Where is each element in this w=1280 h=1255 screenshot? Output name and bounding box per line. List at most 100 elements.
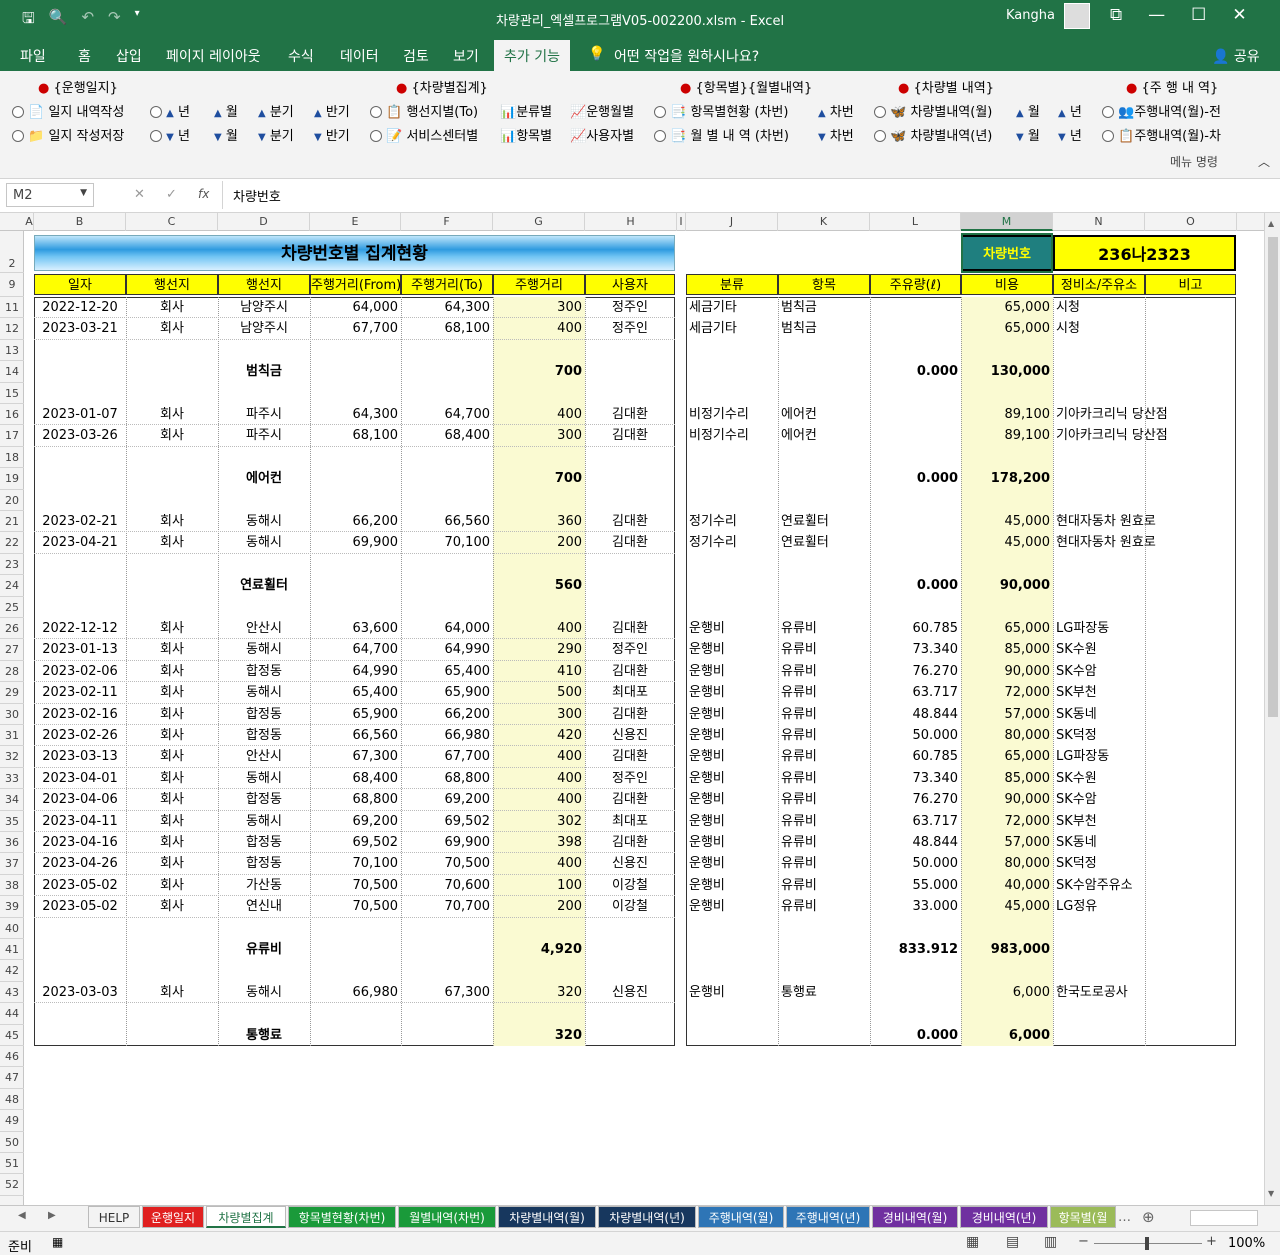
data-cell[interactable]: 300 <box>493 425 585 446</box>
car-month-down-button[interactable]: ▼ 월 <box>1016 125 1040 144</box>
data-cell[interactable]: 290 <box>493 639 585 660</box>
data-cell[interactable] <box>961 918 1053 939</box>
row-header[interactable]: 19 <box>0 468 24 490</box>
row-header[interactable]: 11 <box>0 297 24 319</box>
data-cell[interactable]: 유류비 <box>778 725 870 746</box>
total-cell[interactable]: 범칙금 <box>218 361 310 382</box>
data-cell[interactable] <box>493 383 585 404</box>
column-header[interactable]: I <box>677 213 686 231</box>
data-cell[interactable]: 유류비 <box>778 746 870 767</box>
data-cell[interactable]: 2023-01-07 <box>34 404 126 425</box>
zoom-in-icon[interactable]: + <box>1206 1234 1217 1249</box>
data-cell[interactable] <box>126 918 218 939</box>
data-cell[interactable] <box>686 597 778 618</box>
row-header[interactable]: 39 <box>0 896 24 918</box>
data-cell[interactable] <box>961 383 1053 404</box>
data-cell[interactable]: 동해시 <box>218 811 310 832</box>
data-cell[interactable]: 2023-03-26 <box>34 425 126 446</box>
data-cell[interactable]: 33.000 <box>870 896 961 917</box>
data-cell[interactable]: 파주시 <box>218 425 310 446</box>
total-cell[interactable]: 130,000 <box>961 361 1053 382</box>
data-cell[interactable]: 2023-03-21 <box>34 318 126 339</box>
data-cell[interactable]: 김대환 <box>585 425 675 446</box>
data-cell[interactable]: 김대환 <box>585 832 675 853</box>
row-header[interactable]: 13 <box>0 340 24 362</box>
total-cell[interactable]: 560 <box>493 575 585 596</box>
page-layout-view-icon[interactable]: ▤ <box>1006 1234 1019 1250</box>
year-up-button[interactable]: ▲ 년 <box>150 101 190 120</box>
car-month-up-button[interactable]: ▲ 월 <box>1016 101 1040 120</box>
data-cell[interactable]: 45,000 <box>961 896 1053 917</box>
ribbon-display-icon[interactable]: ⧉ <box>1110 5 1122 25</box>
data-cell[interactable]: 세금기타 <box>686 297 778 318</box>
sheet-tab[interactable]: 월별내역(차번) <box>398 1206 496 1228</box>
data-cell[interactable]: 동해시 <box>218 682 310 703</box>
data-cell[interactable] <box>126 447 218 468</box>
data-cell[interactable]: 2023-01-13 <box>34 639 126 660</box>
total-cell[interactable] <box>585 1025 675 1046</box>
data-cell[interactable]: SK수암주유소 <box>1053 875 1236 896</box>
row-header[interactable]: 15 <box>0 383 24 404</box>
total-cell[interactable] <box>585 468 675 489</box>
data-cell[interactable] <box>870 297 961 318</box>
data-cell[interactable] <box>493 554 585 575</box>
data-cell[interactable] <box>1053 340 1236 361</box>
data-cell[interactable]: 유류비 <box>778 661 870 682</box>
drive-monthly-car-button[interactable]: 📋주행내역(월)-차 <box>1102 125 1242 144</box>
data-cell[interactable]: 최대포 <box>585 811 675 832</box>
data-cell[interactable]: 73.340 <box>870 768 961 789</box>
total-cell[interactable]: 90,000 <box>961 575 1053 596</box>
data-cell[interactable]: LG정유 <box>1053 896 1236 917</box>
total-cell[interactable]: 유류비 <box>218 939 310 960</box>
data-cell[interactable] <box>310 1003 401 1024</box>
data-cell[interactable]: 63,600 <box>310 618 401 639</box>
sheet-tab[interactable]: 경비내역(월) <box>872 1206 958 1228</box>
data-cell[interactable]: 안산시 <box>218 746 310 767</box>
data-cell[interactable] <box>126 383 218 404</box>
data-cell[interactable]: SK수원 <box>1053 639 1236 660</box>
data-cell[interactable] <box>778 960 870 981</box>
data-cell[interactable] <box>126 960 218 981</box>
total-cell[interactable] <box>310 468 401 489</box>
data-cell[interactable]: 유류비 <box>778 789 870 810</box>
data-cell[interactable]: 400 <box>493 789 585 810</box>
data-cell[interactable] <box>218 1003 310 1024</box>
total-cell[interactable] <box>34 575 126 596</box>
data-cell[interactable]: 회사 <box>126 661 218 682</box>
data-cell[interactable]: SK부천 <box>1053 811 1236 832</box>
data-cell[interactable]: SK수원 <box>1053 768 1236 789</box>
data-cell[interactable]: 합정동 <box>218 832 310 853</box>
data-cell[interactable]: LG파장동 <box>1053 618 1236 639</box>
data-cell[interactable] <box>961 447 1053 468</box>
enter-icon[interactable]: ✓ <box>166 187 177 202</box>
maximize-icon[interactable]: ☐ <box>1191 5 1206 25</box>
data-cell[interactable]: 세금기타 <box>686 318 778 339</box>
half-up-button[interactable]: ▲ 반기 <box>314 101 350 120</box>
data-cell[interactable]: 회사 <box>126 982 218 1003</box>
column-header[interactable]: C <box>126 213 218 231</box>
data-cell[interactable]: 69,200 <box>401 789 493 810</box>
data-cell[interactable] <box>585 597 675 618</box>
row-header[interactable]: 26 <box>0 618 24 640</box>
row-header[interactable]: 45 <box>0 1025 24 1046</box>
data-cell[interactable]: 2023-04-16 <box>34 832 126 853</box>
data-cell[interactable]: 신용진 <box>585 853 675 874</box>
data-cell[interactable]: 신용진 <box>585 725 675 746</box>
data-cell[interactable]: 현대자동차 원효로 <box>1053 532 1236 553</box>
data-cell[interactable]: 김대환 <box>585 789 675 810</box>
data-cell[interactable]: 67,700 <box>310 318 401 339</box>
data-cell[interactable]: 회사 <box>126 811 218 832</box>
data-cell[interactable]: 50.000 <box>870 725 961 746</box>
data-cell[interactable]: 정주인 <box>585 639 675 660</box>
row-header[interactable]: 29 <box>0 682 24 704</box>
data-cell[interactable] <box>870 383 961 404</box>
data-cell[interactable]: 64,000 <box>310 297 401 318</box>
row-header[interactable]: 22 <box>0 532 24 554</box>
total-cell[interactable] <box>310 939 401 960</box>
data-cell[interactable]: 410 <box>493 661 585 682</box>
total-cell[interactable] <box>686 361 778 382</box>
data-cell[interactable] <box>870 404 961 425</box>
data-cell[interactable]: 정주인 <box>585 297 675 318</box>
tab-home[interactable]: 홈 <box>78 46 91 66</box>
formula-input[interactable]: 차량번호 <box>222 181 1272 209</box>
